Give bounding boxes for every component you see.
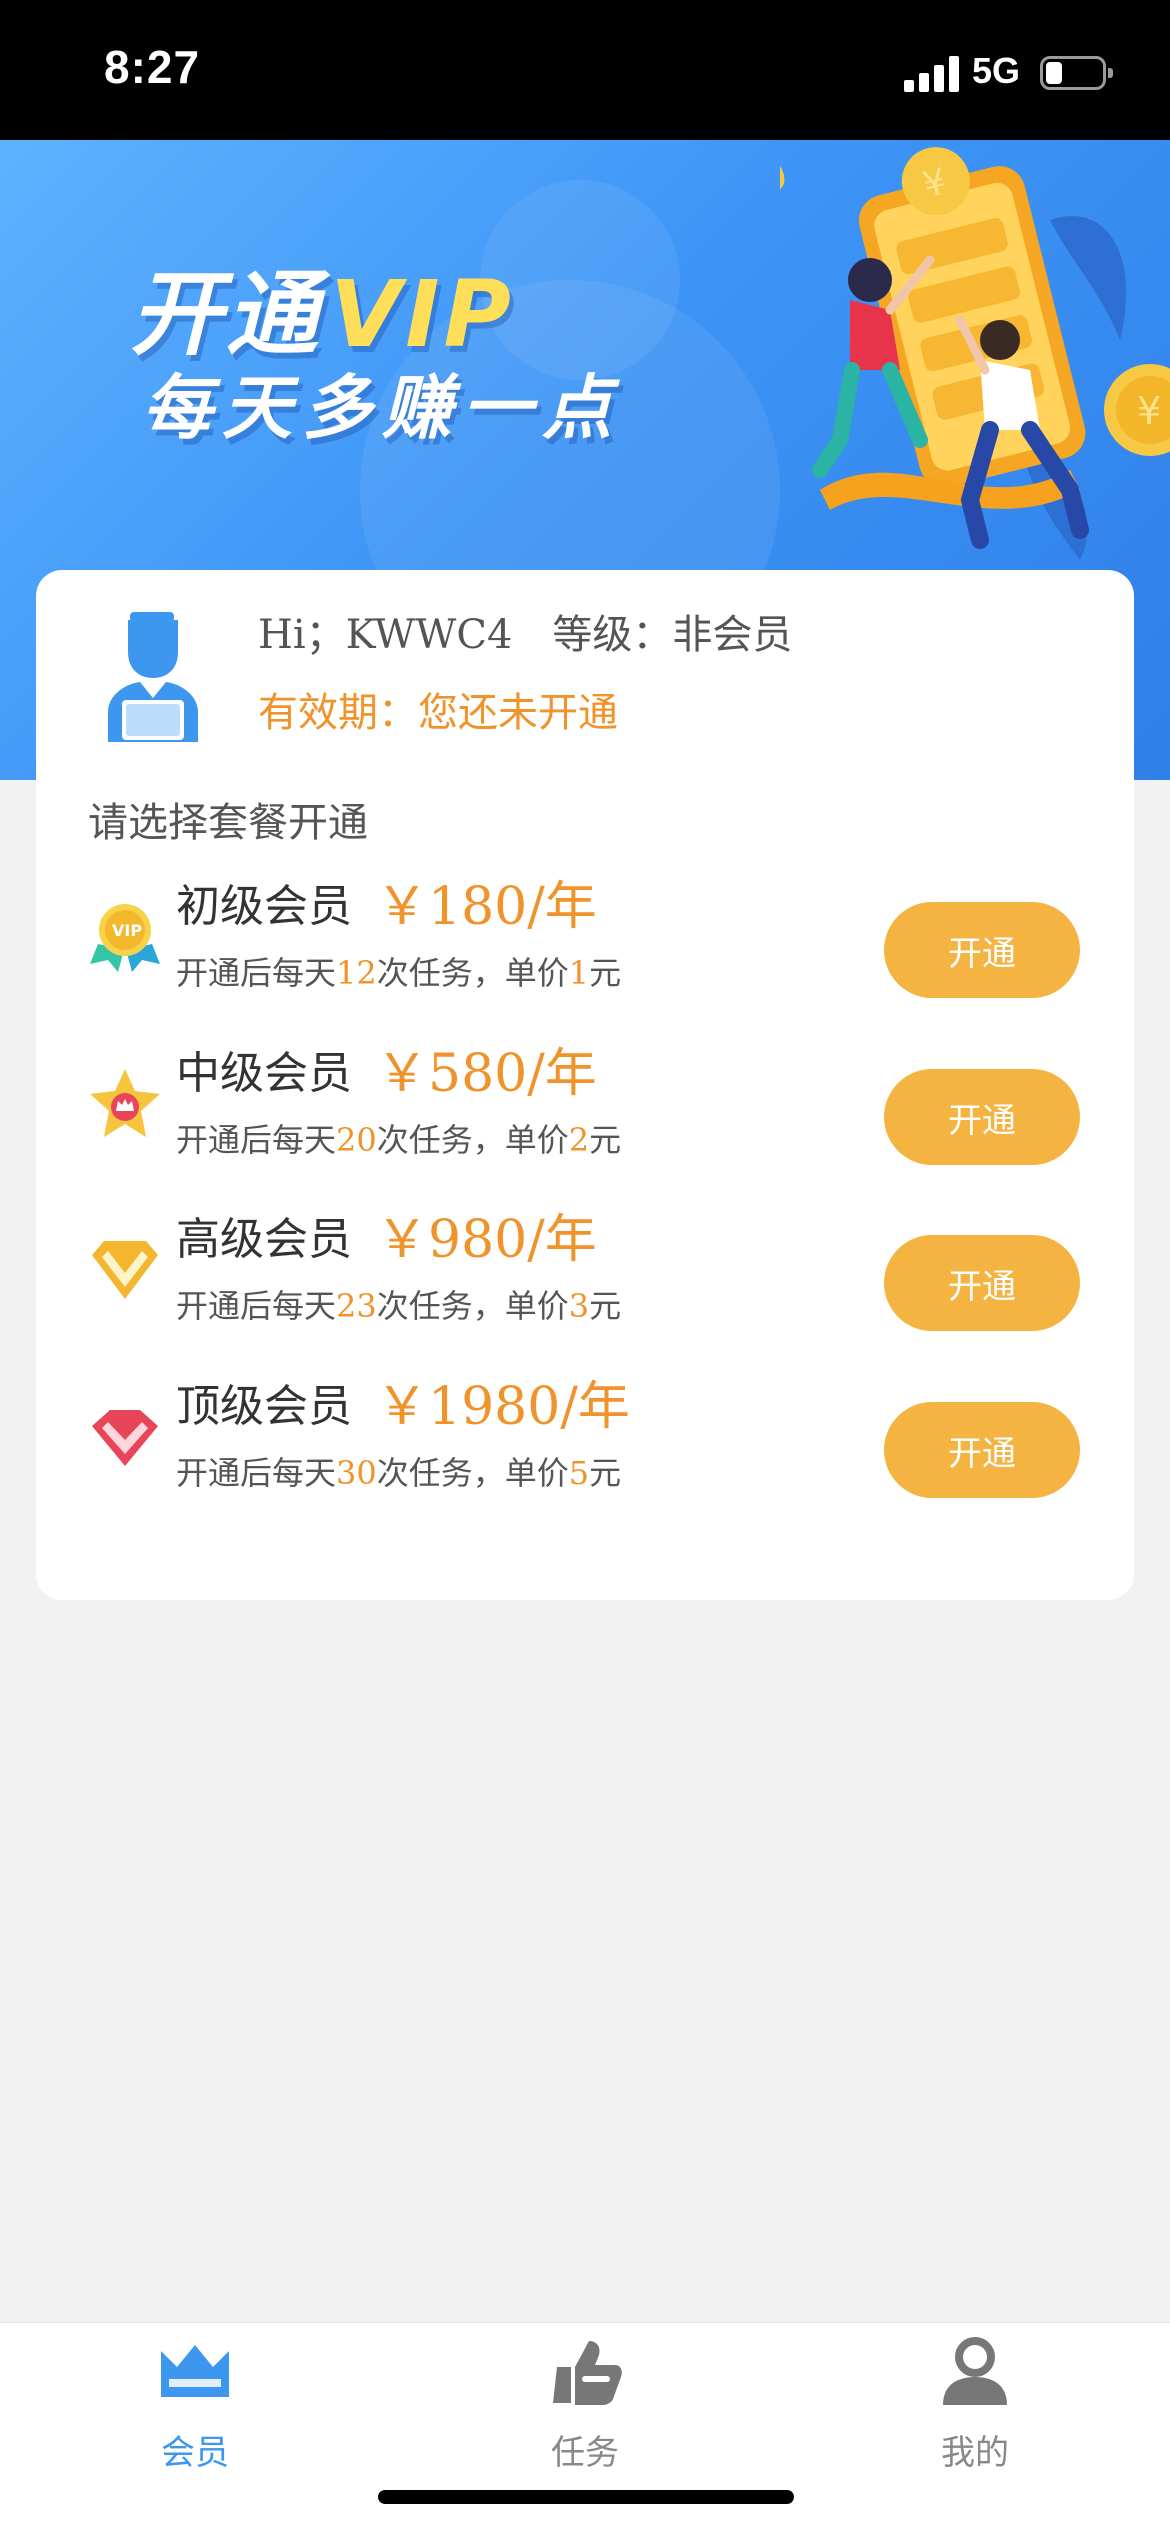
unit-price: 5 [568,1454,590,1492]
desc-prefix: 开通后每天 [176,1287,337,1325]
vip-medal-icon: VIP [90,904,160,972]
package-name: 中级会员 [176,1048,352,1099]
packages-title: 请选择套餐开通 [88,800,368,846]
open-junior-button[interactable]: 开通 [884,902,1080,998]
daily-task-count: 30 [336,1454,377,1492]
red-diamond-icon [92,1410,158,1466]
star-crown-icon [90,1069,160,1137]
membership-validity: 有效期：您还未开通 [258,690,618,736]
desc-suffix: 元 [589,1121,622,1159]
desc-suffix: 元 [589,1287,622,1325]
user-avatar-icon [108,612,198,742]
svg-text:¥: ¥ [1137,389,1161,433]
desc-mid: 次任务，单价 [376,1454,569,1492]
tab-label: 会员 [161,2433,229,2473]
membership-card: Hi；KWWC4 等级：非会员 有效期：您还未开通 请选择套餐开通 VIP 初级会… [36,570,1134,1600]
desc-prefix: 开通后每天 [176,1121,337,1159]
package-row-senior: 高级会员 ￥980/年 开通后每天23次任务，单价3元 开通 [36,1203,1134,1333]
battery-icon [1040,56,1113,90]
tab-mine[interactable]: 我的 [780,2323,1170,2493]
unit-price: 1 [568,954,590,992]
phone-people-illustration: ¥ ¥ [780,147,1170,560]
home-indicator [378,2490,794,2504]
banner-subtitle: 每天多赚一点 [142,367,622,449]
desc-suffix: 元 [589,1454,622,1492]
desc-suffix: 元 [589,954,622,992]
desc-mid: 次任务，单价 [376,954,569,992]
package-price: ￥580/年 [376,1044,597,1104]
desc-mid: 次任务，单价 [376,1287,569,1325]
person-icon [943,2337,1007,2405]
open-intermediate-button[interactable]: 开通 [884,1069,1080,1165]
package-name: 高级会员 [176,1214,352,1265]
member-level: 等级：非会员 [552,612,793,658]
package-description: 开通后每天20次任务，单价2元 [176,1115,621,1161]
desc-mid: 次任务，单价 [376,1121,569,1159]
tab-tasks[interactable]: 任务 [390,2323,780,2493]
open-top-button[interactable]: 开通 [884,1402,1080,1498]
gold-diamond-icon [92,1241,158,1299]
package-description: 开通后每天30次任务，单价5元 [176,1448,621,1494]
package-price: ￥1980/年 [376,1377,630,1437]
package-row-junior: VIP 初级会员 ￥180/年 开通后每天12次任务，单价1元 开通 [36,870,1134,1000]
desc-prefix: 开通后每天 [176,1454,337,1492]
unit-price: 3 [568,1287,590,1325]
tab-label: 我的 [941,2433,1009,2473]
daily-task-count: 12 [336,954,377,992]
user-greeting: Hi；KWWC4 [258,612,513,658]
package-description: 开通后每天23次任务，单价3元 [176,1281,621,1327]
tab-label: 任务 [551,2433,619,2473]
svg-text:VIP: VIP [112,921,142,940]
status-time: 8:27 [104,41,201,93]
package-name: 顶级会员 [176,1381,352,1432]
package-row-intermediate: 中级会员 ￥580/年 开通后每天20次任务，单价2元 开通 [36,1037,1134,1167]
daily-task-count: 20 [336,1121,377,1159]
tab-membership[interactable]: 会员 [0,2323,390,2493]
unit-price: 2 [568,1121,590,1159]
user-info-line: Hi；KWWC4 等级：非会员 [258,602,792,660]
network-type: 5G [972,50,1021,91]
thumbs-up-icon [553,2341,622,2405]
package-price: ￥980/年 [376,1210,597,1270]
package-description: 开通后每天12次任务，单价1元 [176,948,621,994]
desc-prefix: 开通后每天 [176,954,337,992]
daily-task-count: 23 [336,1287,377,1325]
crown-icon [161,2345,229,2397]
open-senior-button[interactable]: 开通 [884,1235,1080,1331]
package-price: ￥180/年 [376,877,597,937]
battery-level [1046,62,1062,84]
status-bar: 8:27 5G [0,0,1170,140]
package-row-top: 顶级会员 ￥1980/年 开通后每天30次任务，单价5元 开通 [36,1370,1134,1500]
package-name: 初级会员 [176,881,352,932]
cellular-signal-icon [904,56,960,92]
